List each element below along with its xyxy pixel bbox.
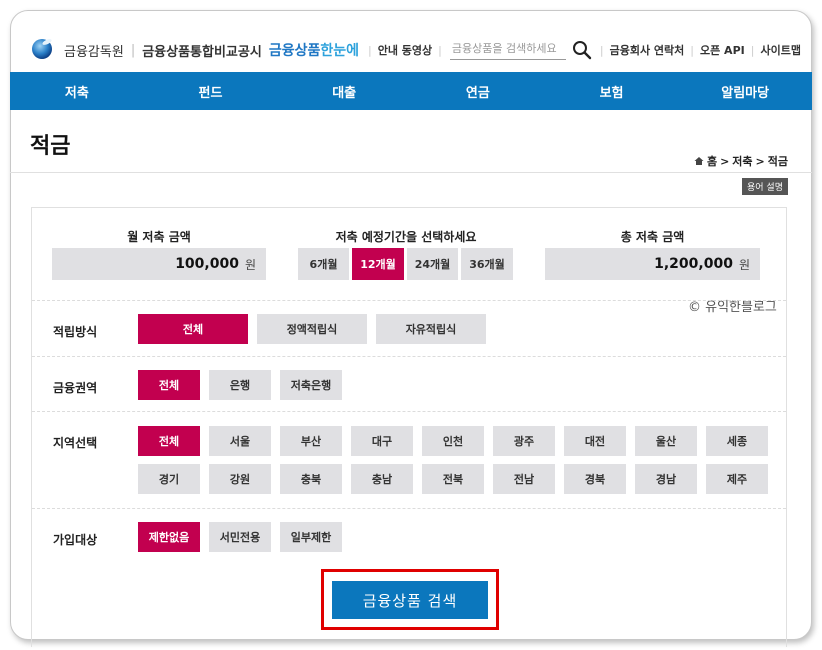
unit-label: 원 [244,257,256,272]
region-chungnam[interactable]: 충남 [351,464,413,494]
region-gyeongnam[interactable]: 경남 [635,464,697,494]
region-daejeon[interactable]: 대전 [564,426,626,456]
breadcrumb-savings[interactable]: 저축 [732,153,752,169]
product-search-button[interactable]: 금융상품 검색 [332,581,488,619]
region-chungbuk[interactable]: 충북 [280,464,342,494]
divider: | [438,43,442,57]
org-name[interactable]: 금융감독원 [64,41,124,60]
chevron-right-icon: > [755,154,765,168]
region-gangwon[interactable]: 강원 [209,464,271,494]
region-sejong[interactable]: 세종 [706,426,768,456]
region-seoul[interactable]: 서울 [209,426,271,456]
divider: | [750,43,755,57]
region-gwangju[interactable]: 광주 [493,426,555,456]
utility-menu: | 안내 동영상 | 금융상품을 검색하세요 | 금융회사 연락처 | 오픈 A… [362,40,801,60]
search-icon[interactable] [572,40,592,60]
period-6m[interactable]: 6개월 [298,248,349,280]
nav-funds[interactable]: 펀드 [144,72,278,110]
method-all[interactable]: 전체 [138,314,248,344]
target-no-limit[interactable]: 제한없음 [138,522,200,552]
watermark: © 유익한블로그 [688,300,777,315]
nav-insurance[interactable]: 보험 [545,72,679,110]
brand-text-b: 한눈에 [320,43,359,59]
total-amount-value: 1,200,000 [654,256,733,272]
nav-pension[interactable]: 연금 [411,72,545,110]
region-busan[interactable]: 부산 [280,426,342,456]
period-24m[interactable]: 24개월 [407,248,458,280]
terms-button[interactable]: 용어 설명 [742,178,788,195]
sector-all[interactable]: 전체 [138,370,200,400]
breadcrumb: 홈 > 저축 > 적금 [694,153,788,169]
region-jeonnam[interactable]: 전남 [493,464,555,494]
target-label: 가입대상 [53,533,98,547]
monthly-amount-value: 100,000 [175,256,239,272]
region-all[interactable]: 전체 [138,426,200,456]
sitemap-link[interactable]: 사이트맵 [760,42,800,58]
fss-logo-icon[interactable] [30,36,54,60]
target-low-income[interactable]: 서민전용 [209,522,271,552]
divider: | [368,43,372,57]
divider [10,172,812,173]
region-daegu[interactable]: 대구 [351,426,413,456]
open-api-link[interactable]: 오픈 API [700,42,745,58]
nav-loans[interactable]: 대출 [277,72,411,110]
region-ulsan[interactable]: 울산 [635,426,697,456]
site-name[interactable]: 금융상품통합비교공시 [142,41,262,60]
brand-text-a: 금융상품 [268,43,321,59]
period-label: 저축 예정기간을 선택하세요 [335,230,477,244]
search-input[interactable]: 금융상품을 검색하세요 [449,40,566,60]
top-header: 금융감독원 | 금융상품통합비교공시 금융상품한눈에 | 안내 동영상 | 금융… [10,10,812,72]
monthly-label: 월 저축 금액 [127,230,191,244]
contacts-link[interactable]: 금융회사 연락처 [610,42,685,58]
period-36m[interactable]: 36개월 [461,248,513,280]
divider: | [690,43,694,57]
target-partial[interactable]: 일부제한 [280,522,342,552]
divider [32,300,786,301]
region-gyeonggi[interactable]: 경기 [138,464,200,494]
period-12m[interactable]: 12개월 [352,248,404,280]
region-label: 지역선택 [53,436,98,450]
sector-savings-bank[interactable]: 저축은행 [280,370,342,400]
region-jeju[interactable]: 제주 [706,464,768,494]
unit-label: 원 [738,257,750,272]
brand-title: 금융감독원 | 금융상품통합비교공시 금융상품한눈에 [64,40,359,60]
method-label: 적립방식 [53,325,98,339]
total-amount-field: 1,200,000 원 [545,248,760,280]
sector-bank[interactable]: 은행 [209,370,271,400]
monthly-amount-field[interactable]: 100,000 원 [52,248,266,280]
method-free[interactable]: 자유적립식 [376,314,486,344]
guide-video-link[interactable]: 안내 동영상 [378,42,432,58]
divider: | [130,42,136,58]
region-gyeongbuk[interactable]: 경북 [564,464,626,494]
region-jeonbuk[interactable]: 전북 [422,464,484,494]
region-incheon[interactable]: 인천 [422,426,484,456]
divider: | [599,43,604,57]
breadcrumb-current: 적금 [767,155,788,168]
chevron-right-icon: > [720,154,730,168]
nav-notices[interactable]: 알림마당 [678,72,812,110]
home-icon [694,157,704,165]
total-label: 총 저축 금액 [620,230,685,244]
breadcrumb-home[interactable]: 홈 [707,153,717,169]
divider [32,508,786,509]
method-fixed[interactable]: 정액적립식 [257,314,367,344]
brand-logo-text[interactable]: 금융상품한눈에 [269,40,359,60]
nav-savings[interactable]: 저축 [10,72,144,110]
search-button-highlight: 금융상품 검색 [321,569,499,630]
main-nav: 저축 펀드 대출 연금 보험 알림마당 [10,72,812,110]
divider [32,411,786,412]
page-title: 적금 [30,134,71,159]
divider [32,356,786,357]
sector-label: 금융권역 [53,381,98,395]
